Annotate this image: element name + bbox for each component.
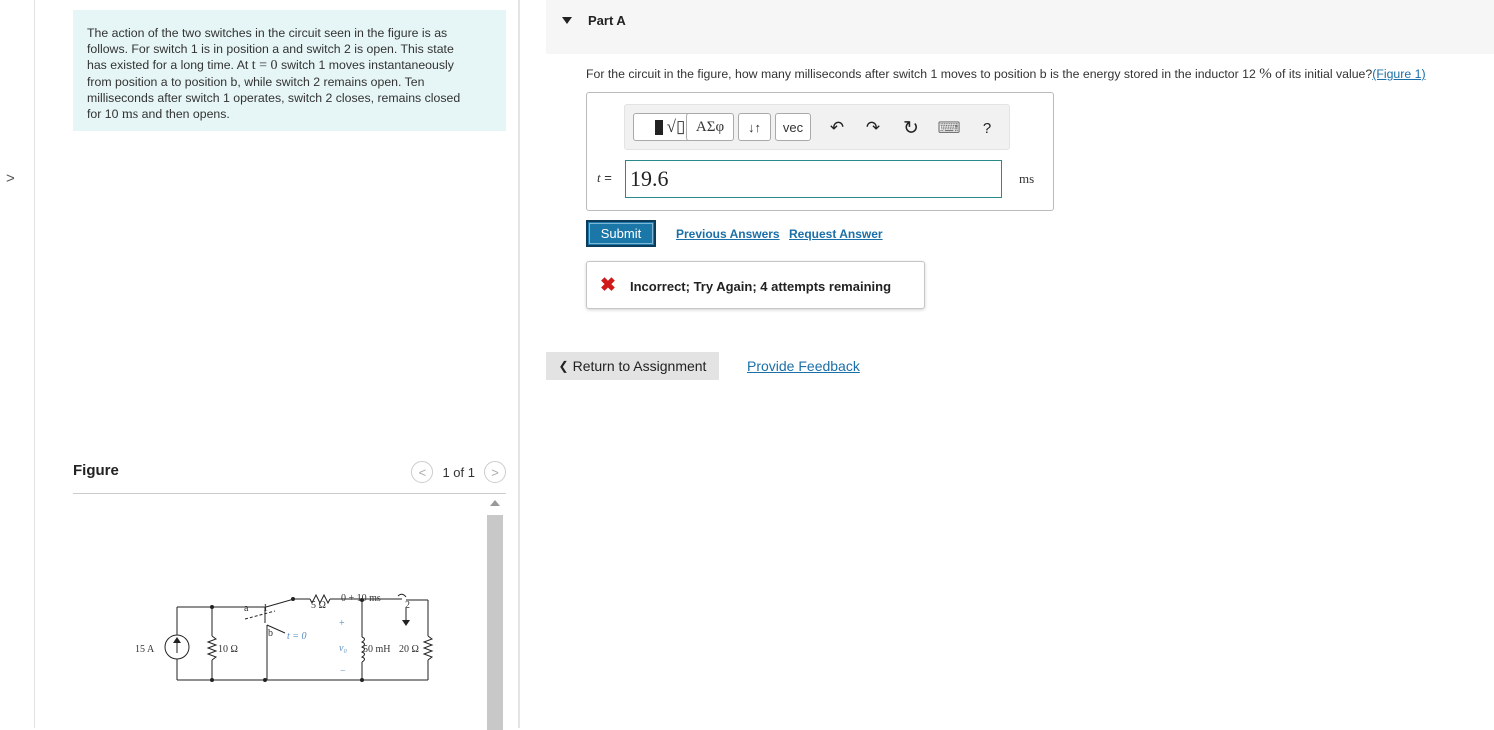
previous-figure-button[interactable]: < bbox=[411, 461, 434, 483]
voltage-plus: + bbox=[339, 618, 345, 629]
switch2-number: 2 bbox=[405, 600, 410, 611]
incorrect-icon: ✖ bbox=[600, 275, 616, 296]
column-divider bbox=[518, 0, 520, 728]
collapse-caret-icon[interactable] bbox=[562, 17, 572, 24]
scroll-up-icon[interactable] bbox=[490, 500, 500, 506]
switch1-time: t = 0 bbox=[287, 631, 307, 642]
switch1-number: 1 bbox=[263, 603, 268, 614]
next-figure-button[interactable]: > bbox=[484, 461, 506, 483]
feedback-panel: ✖ Incorrect; Try Again; 4 attempts remai… bbox=[586, 261, 925, 309]
math-expression: t = 0 bbox=[251, 58, 278, 73]
figure-pager: < 1 of 1 > bbox=[411, 461, 506, 483]
provide-feedback-link[interactable]: Provide Feedback bbox=[747, 358, 860, 374]
figure-header: Figure < 1 of 1 > bbox=[73, 459, 506, 494]
r2-label: 5 Ω bbox=[311, 600, 326, 611]
submit-button[interactable]: Submit bbox=[586, 220, 656, 247]
answer-input[interactable]: 19.6 bbox=[625, 160, 1002, 198]
problem-line: from position a to position b, while swi… bbox=[87, 75, 425, 89]
back-chevron-icon: ❮ bbox=[558, 359, 569, 373]
figure-link[interactable]: (Figure 1) bbox=[1372, 67, 1425, 81]
question-text: For the circuit in the figure, how many … bbox=[586, 66, 1426, 82]
answer-variable-label: t = bbox=[597, 170, 612, 185]
percent-symbol: % bbox=[1259, 66, 1272, 82]
voltage-label: v₀ bbox=[339, 643, 347, 654]
problem-statement: The action of the two switches in the ci… bbox=[73, 10, 506, 131]
arrows-button[interactable]: ↓↑ bbox=[738, 113, 771, 141]
previous-answers-link[interactable]: Previous Answers bbox=[676, 227, 780, 241]
problem-line: The action of the two switches in the ci… bbox=[87, 26, 448, 40]
block-icon bbox=[654, 119, 663, 135]
undo-icon[interactable]: ↶ bbox=[827, 117, 847, 139]
voltage-minus: − bbox=[340, 666, 346, 677]
feedback-message: Incorrect; Try Again; 4 attempts remaini… bbox=[630, 279, 892, 294]
help-icon[interactable]: ? bbox=[977, 117, 997, 139]
keyboard-icon[interactable]: ⌨ bbox=[937, 117, 961, 139]
circuit-diagram: 15 A 10 Ω a 1 b t = 0 5 Ω 0 + 10 ms 2 + … bbox=[135, 593, 434, 682]
reset-icon[interactable]: ↻ bbox=[901, 117, 921, 139]
switch2-time: 0 + 10 ms bbox=[341, 593, 381, 604]
figure-page-indicator: 1 of 1 bbox=[442, 464, 475, 480]
scrollbar-thumb[interactable] bbox=[487, 515, 503, 730]
answer-unit: ms bbox=[1019, 171, 1035, 186]
inductor-label: 50 mH bbox=[363, 644, 391, 655]
math-expression: ms bbox=[121, 107, 139, 122]
expand-sidebar-icon[interactable]: > bbox=[6, 170, 15, 187]
r3-label: 20 Ω bbox=[399, 644, 419, 655]
r1-label: 10 Ω bbox=[218, 644, 238, 655]
switch-arrow-icon bbox=[402, 620, 410, 626]
switch1-position-b: b bbox=[268, 628, 273, 639]
switch1-position-a: a bbox=[244, 603, 249, 614]
problem-line: has existed for a long time. At t = 0 sw… bbox=[87, 58, 454, 73]
figure-title: Figure bbox=[73, 462, 119, 479]
source-label: 15 A bbox=[135, 644, 155, 655]
problem-line: for 10 ms and then opens. bbox=[87, 107, 230, 122]
request-answer-link[interactable]: Request Answer bbox=[789, 227, 883, 241]
answer-box: √▯ ΑΣφ ↓↑ vec ↶ ↷ ↻ ⌨ ? t = 19.6 ms bbox=[586, 92, 1054, 211]
redo-icon[interactable]: ↷ bbox=[863, 117, 883, 139]
vector-button[interactable]: vec bbox=[775, 113, 811, 141]
problem-line: follows. For switch 1 is in position a a… bbox=[87, 42, 454, 56]
part-header[interactable]: Part A bbox=[546, 0, 1494, 54]
figure-scrollbar[interactable] bbox=[486, 498, 504, 730]
math-toolbar: √▯ ΑΣφ ↓↑ vec ↶ ↷ ↻ ⌨ ? bbox=[624, 104, 1010, 150]
left-rail: > bbox=[0, 0, 35, 728]
greek-symbols-button[interactable]: ΑΣφ bbox=[686, 113, 734, 141]
problem-line: milliseconds after switch 1 operates, sw… bbox=[87, 91, 461, 105]
part-title: Part A bbox=[588, 13, 626, 28]
return-to-assignment-button[interactable]: ❮ Return to Assignment bbox=[546, 352, 719, 380]
